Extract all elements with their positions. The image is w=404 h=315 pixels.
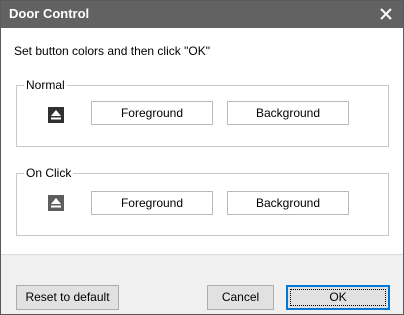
dialog-footer: Reset to default Cancel OK: [1, 254, 403, 314]
eject-icon: [51, 110, 61, 120]
ok-button[interactable]: OK: [286, 285, 390, 310]
cancel-button[interactable]: Cancel: [207, 285, 274, 310]
normal-background-button[interactable]: Background: [227, 101, 349, 125]
door-control-dialog: Door Control Set button colors and then …: [0, 0, 404, 315]
title-bar[interactable]: Door Control: [1, 1, 403, 28]
normal-eject-icon: [48, 107, 64, 123]
dialog-title: Door Control: [9, 6, 90, 21]
onclick-eject-icon: [48, 195, 64, 211]
onclick-group: On Click Foreground Background: [16, 166, 389, 236]
normal-foreground-button[interactable]: Foreground: [91, 101, 213, 125]
normal-group-legend: Normal: [24, 78, 67, 92]
close-button[interactable]: [373, 2, 399, 26]
close-icon: [380, 8, 392, 20]
focus-ring: [290, 289, 386, 306]
onclick-foreground-button[interactable]: Foreground: [91, 191, 213, 215]
instruction-text: Set button colors and then click "OK": [14, 44, 210, 58]
normal-group: Normal Foreground Background: [16, 78, 389, 147]
dialog-content: Set button colors and then click "OK" No…: [1, 28, 403, 254]
onclick-group-legend: On Click: [24, 166, 74, 180]
onclick-background-button[interactable]: Background: [227, 191, 349, 215]
eject-icon: [51, 198, 61, 208]
reset-to-default-button[interactable]: Reset to default: [16, 285, 119, 310]
